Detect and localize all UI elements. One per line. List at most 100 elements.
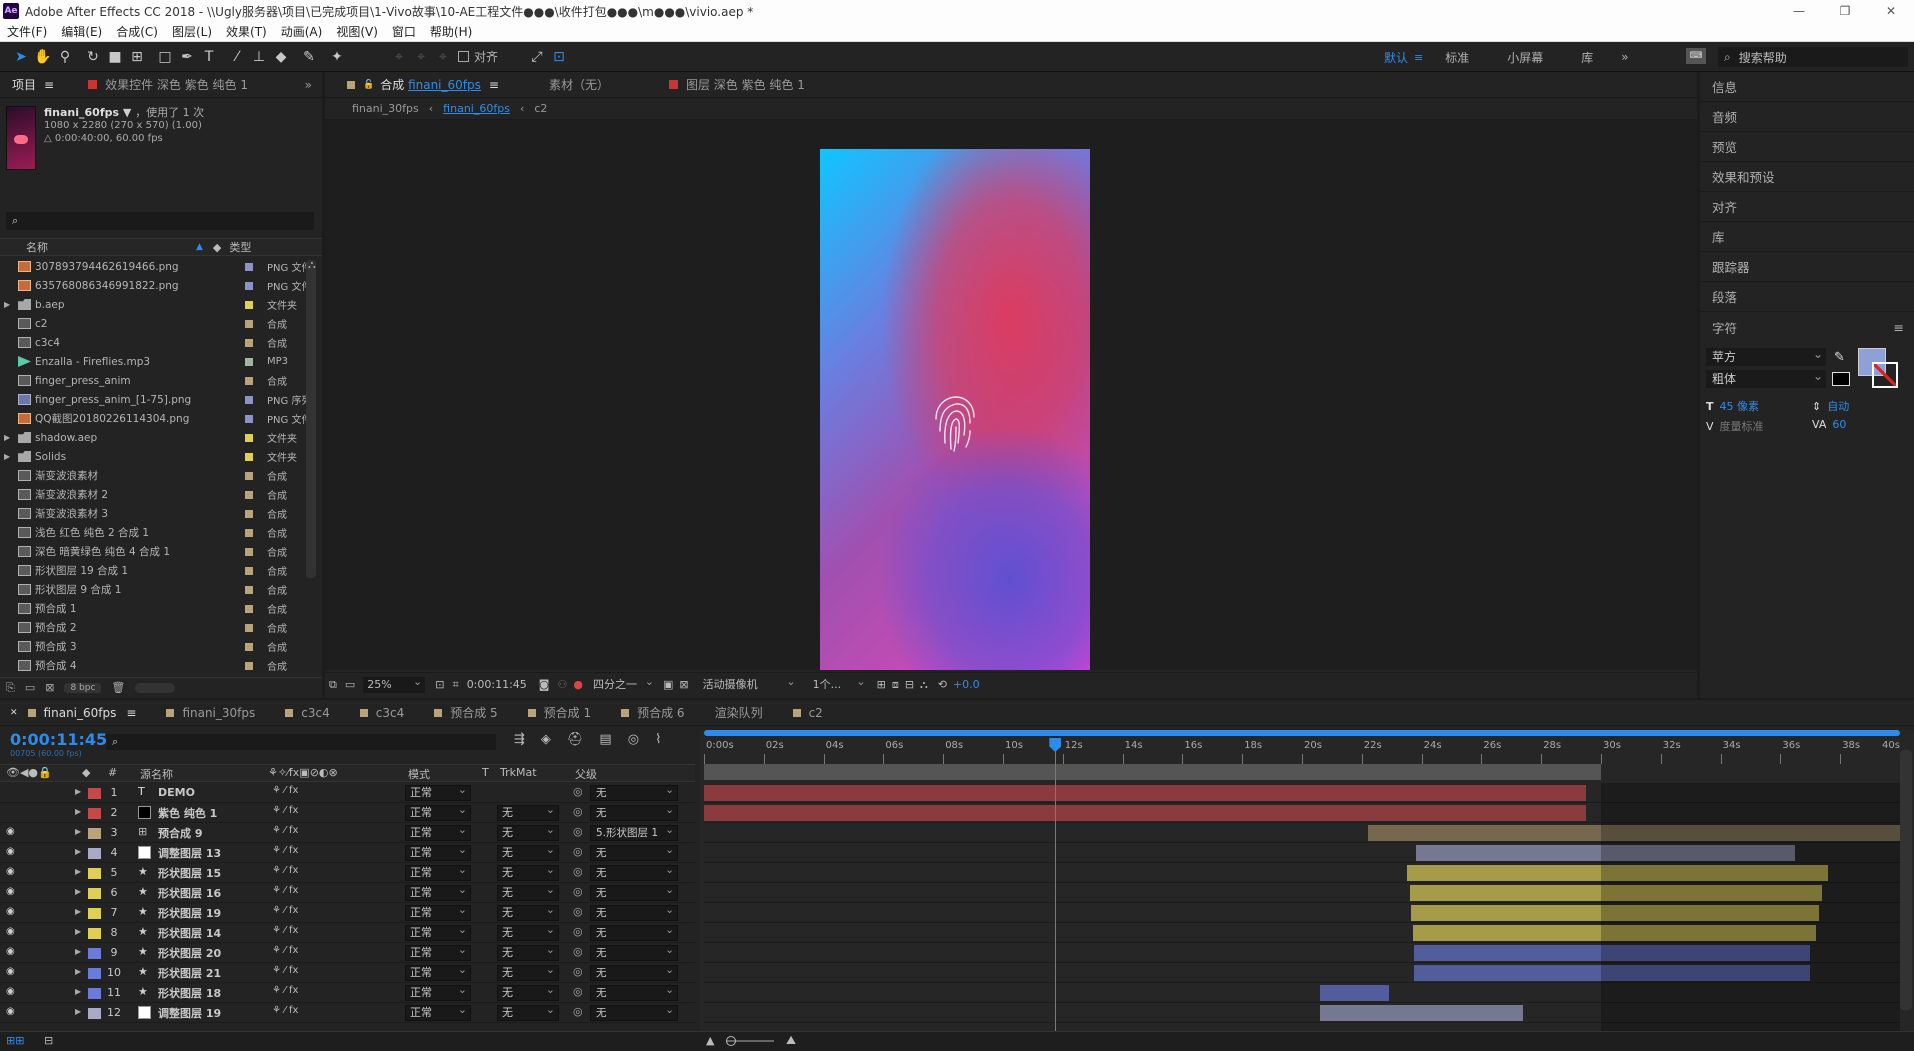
maximize-button[interactable]: ❐ <box>1822 0 1868 22</box>
parent-dropdown[interactable]: 无 <box>590 805 678 821</box>
menu-effect[interactable]: 效果(T) <box>219 23 274 40</box>
project-item[interactable]: 渐变波浪素材 3 合成 <box>0 504 322 523</box>
track-matte-dropdown[interactable]: 无 <box>497 883 559 901</box>
sort-ascending-icon[interactable]: ▲ <box>196 242 203 252</box>
zoom-slider-thumb[interactable] <box>726 1036 736 1046</box>
layer-label-swatch[interactable] <box>88 828 101 839</box>
parent-dropdown[interactable]: 无 <box>590 985 678 1001</box>
leading-value[interactable]: 自动 <box>1827 398 1849 414</box>
blend-mode-dropdown[interactable]: 正常 <box>405 783 471 801</box>
tab-effect-controls[interactable]: 效果控件 深色 紫色 纯色 1 <box>78 72 258 98</box>
parent-pickwhip-icon[interactable]: ◎ <box>573 905 583 918</box>
timeline-tab[interactable]: 预合成 1 <box>512 700 605 726</box>
expand-icon[interactable]: ▶ <box>75 827 81 836</box>
channel-icon[interactable]: ● <box>573 678 583 691</box>
zoom-tool-icon[interactable]: ⚲ <box>54 46 76 68</box>
tab-footage[interactable]: 素材（无） <box>539 72 619 98</box>
layer-label-swatch[interactable] <box>88 788 101 799</box>
minimize-button[interactable]: — <box>1776 0 1822 22</box>
layer-name[interactable]: 紫色 纯色 1 <box>158 805 217 821</box>
breadcrumb-finani-60fps[interactable]: finani_60fps <box>443 102 510 115</box>
blend-mode-dropdown[interactable]: 正常 <box>405 863 471 881</box>
label-swatch[interactable] <box>245 642 253 651</box>
timeline-icon[interactable]: ⊟ <box>905 678 914 691</box>
snap-toggle[interactable]: 对齐 <box>458 48 498 65</box>
zoom-dropdown[interactable]: 25% <box>363 674 426 693</box>
time-ruler[interactable]: 0:00s 02s 04s 06s 08s 10s 12s 14s 16s 18s 20s 22s 24… <box>704 738 1901 764</box>
project-scrollbar[interactable] <box>306 260 316 578</box>
layer-row[interactable]: ▶ 2 ■ 紫色 纯色 1 ⚘ ⁄ fx 正常 无 ◎ 无 <box>0 803 695 823</box>
project-item[interactable]: 渐变波浪素材 2 合成 <box>0 485 322 504</box>
parent-dropdown[interactable]: 无 <box>590 925 678 941</box>
label-swatch[interactable] <box>245 452 253 461</box>
track-matte-dropdown[interactable]: 无 <box>497 903 559 921</box>
layer-label-swatch[interactable] <box>88 808 101 819</box>
menu-file[interactable]: 文件(F) <box>0 23 54 40</box>
eraser-tool-icon[interactable]: ◆ <box>270 46 292 68</box>
track-matte-dropdown[interactable]: 无 <box>497 863 559 881</box>
blend-mode-dropdown[interactable]: 正常 <box>405 883 471 901</box>
visibility-eye-icon[interactable]: ◉ <box>6 866 15 877</box>
layer-duration-bar[interactable] <box>1319 985 1389 1001</box>
comp-flowchart-icon[interactable]: ⇶ <box>514 732 525 747</box>
render-time-icon[interactable]: ⊟ <box>44 1034 53 1047</box>
project-item[interactable]: ▶ b.aep 文件夹 <box>0 295 322 314</box>
layer-name[interactable]: 调整图层 13 <box>158 845 221 861</box>
visibility-eye-icon[interactable]: ◉ <box>6 966 15 977</box>
blend-mode-dropdown[interactable]: 正常 <box>405 1003 471 1021</box>
kerning-value[interactable]: 度量标准 <box>1720 418 1764 434</box>
monitor-icon[interactable]: ▭ <box>345 678 355 691</box>
time-graph[interactable]: 0:00s 02s 04s 06s 08s 10s 12s 14s 16s 18s 20s 22s 24… <box>700 730 1914 1051</box>
panel-menu-icon[interactable]: ≡ <box>1894 320 1904 335</box>
panel-tracker[interactable]: 跟踪器 <box>1700 252 1914 282</box>
type-tool-icon[interactable]: T <box>198 46 220 68</box>
snap-grid-icon[interactable]: ⊡ <box>548 46 570 68</box>
timeline-current-time[interactable]: 0:00:11:45 <box>10 730 107 749</box>
panel-menu-icon[interactable]: ≡ <box>126 706 136 720</box>
camera-tool-icon[interactable]: ■ <box>104 46 126 68</box>
layer-row[interactable]: ◉ ▶ 9 ★ 形状图层 20 ⚘ ⁄ fx 正常 无 ◎ 无 <box>0 943 695 963</box>
project-item[interactable]: 预合成 2 合成 <box>0 618 322 637</box>
expand-icon[interactable]: ▶ <box>75 927 81 936</box>
parent-pickwhip-icon[interactable]: ◎ <box>573 985 583 998</box>
layer-switches-icon[interactable]: ⚘ ⁄ fx <box>272 885 298 896</box>
layer-label-swatch[interactable] <box>88 948 101 959</box>
menu-composition[interactable]: 合成(C) <box>109 23 165 40</box>
panel-audio[interactable]: 音频 <box>1700 102 1914 132</box>
font-family-dropdown[interactable]: 苹方 <box>1706 345 1826 366</box>
layer-row[interactable]: ◉ ▶ 6 ★ 形状图层 16 ⚘ ⁄ fx 正常 无 ◎ 无 <box>0 883 695 903</box>
tab-layer[interactable]: 图层 深色 紫色 纯色 1 <box>659 72 815 98</box>
timeline-tab[interactable]: 渲染队列 <box>699 700 777 726</box>
project-item[interactable]: 形状图层 19 合成 1 合成 <box>0 561 322 580</box>
parent-pickwhip-icon[interactable]: ◎ <box>573 885 583 898</box>
project-item[interactable]: QQ截图20180226114304.png PNG 文件 <box>0 409 322 428</box>
new-comp-icon[interactable]: ⊠ <box>45 681 54 694</box>
expand-icon[interactable]: ▶ <box>75 987 81 996</box>
tab-project[interactable]: 项目 ≡ <box>0 72 64 98</box>
kerning-control[interactable]: V 度量标准 <box>1706 418 1764 434</box>
font-size-control[interactable]: T 45 像素 <box>1706 398 1759 414</box>
visibility-eye-icon[interactable]: ◉ <box>6 846 15 857</box>
current-time-display[interactable]: 0:00:11:45 <box>467 678 527 691</box>
roi-icon[interactable]: ▣ <box>663 678 673 691</box>
label-swatch[interactable] <box>245 433 253 442</box>
world-axis-icon[interactable]: ⌖ <box>410 46 432 68</box>
panel-libraries[interactable]: 库 <box>1700 222 1914 252</box>
help-search[interactable]: ⌕ 搜索帮助 <box>1718 47 1908 67</box>
parent-dropdown[interactable]: 无 <box>590 785 678 801</box>
project-item[interactable]: Enzalla - Fireflies.mp3 MP3 <box>0 352 322 371</box>
trkmat-header[interactable]: TrkMat <box>500 766 537 779</box>
expand-icon[interactable]: ▶ <box>75 807 81 816</box>
track-matte-dropdown[interactable]: 无 <box>497 983 559 1001</box>
blend-mode-dropdown[interactable]: 正常 <box>405 843 471 861</box>
layer-row[interactable]: ◉ ▶ 11 ★ 形状图层 18 ⚘ ⁄ fx 正常 无 ◎ 无 <box>0 983 695 1003</box>
source-name-header[interactable]: 源名称 <box>140 766 173 782</box>
layer-label-swatch[interactable] <box>88 888 101 899</box>
label-swatch[interactable] <box>245 281 253 290</box>
project-item[interactable]: 635768086346991822.png PNG 文件 <box>0 276 322 295</box>
label-swatch[interactable] <box>245 547 253 556</box>
parent-pickwhip-icon[interactable]: ◎ <box>573 1005 583 1018</box>
show-snapshot-icon[interactable]: ⚇ <box>557 678 567 691</box>
eyedropper-icon[interactable]: ✎ <box>1834 350 1845 365</box>
workspace-library[interactable]: 库 <box>1567 49 1607 66</box>
